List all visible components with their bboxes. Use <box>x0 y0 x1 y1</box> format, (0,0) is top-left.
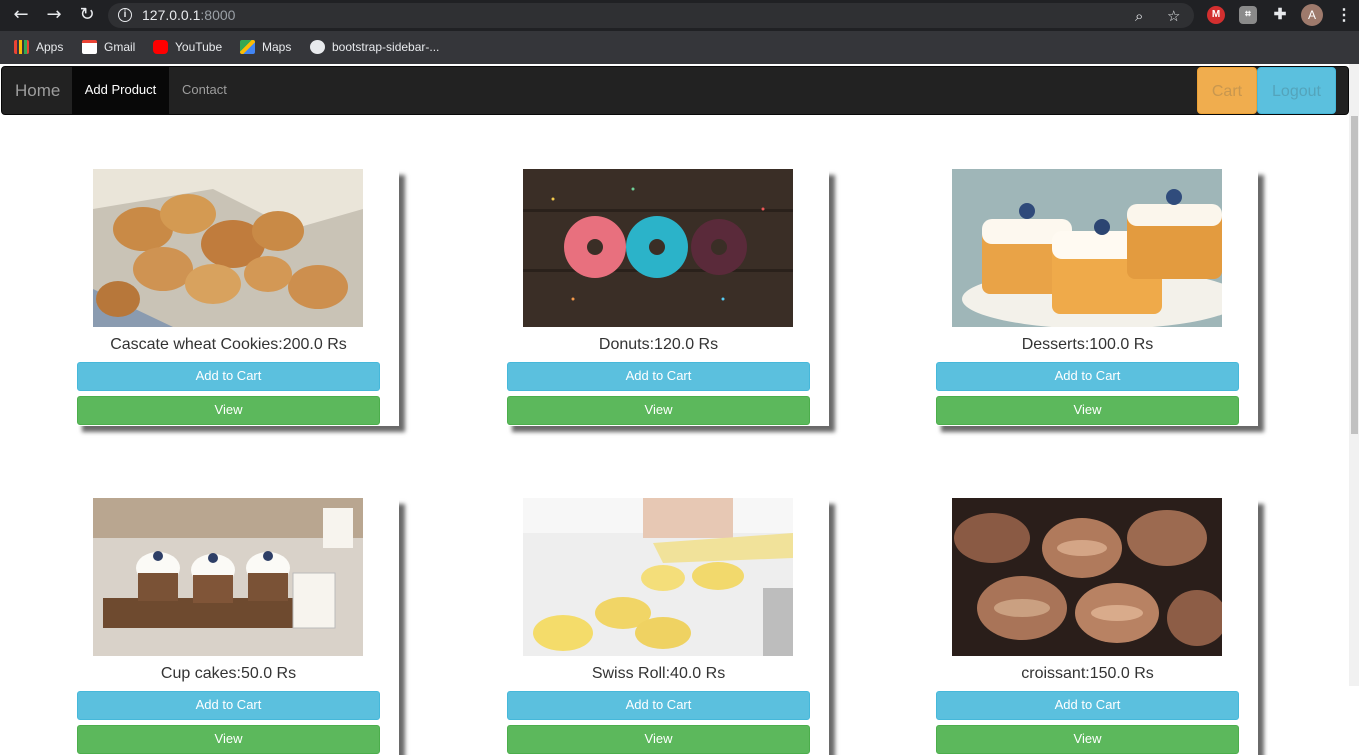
bookmark-label: Maps <box>262 40 292 54</box>
nav-contact[interactable]: Contact <box>182 82 227 97</box>
donuts-photo <box>523 169 793 327</box>
croissant-photo <box>952 498 1222 656</box>
product-title: Cup cakes:50.0 Rs <box>160 665 297 682</box>
add-to-cart-button[interactable]: Add to Cart <box>77 362 380 391</box>
nav-add-product[interactable]: Add Product <box>72 67 169 114</box>
add-to-cart-button[interactable]: Add to Cart <box>936 691 1239 720</box>
bookmark-label: Apps <box>36 40 64 54</box>
apps-grid-icon <box>14 40 29 54</box>
profile-avatar[interactable]: A <box>1301 4 1323 26</box>
product-title: Swiss Roll:40.0 Rs <box>591 665 726 682</box>
bookmark-bootstrap-sidebar[interactable]: bootstrap-sidebar-... <box>310 39 439 55</box>
desserts-photo <box>952 169 1222 327</box>
bookmark-label: YouTube <box>175 40 223 54</box>
bookmark-label: Gmail <box>104 40 136 54</box>
bookmark-youtube[interactable]: YouTube <box>153 39 222 55</box>
zoom-icon[interactable]: ⌕ <box>1135 7 1143 25</box>
browser-toolbar: ← → ↻ i 127.0.0.1:8000 ⌕ ☆ M ⌗ ✚ A ⋮ <box>0 0 1359 31</box>
url-host: 127.0.0.1 <box>142 7 201 23</box>
url-port: :8000 <box>200 7 236 23</box>
wordpress-icon <box>310 40 325 54</box>
reload-icon[interactable]: ↻ <box>75 4 99 26</box>
add-to-cart-button[interactable]: Add to Cart <box>936 362 1239 391</box>
product-image-donuts <box>523 169 793 327</box>
back-arrow-icon[interactable]: ← <box>9 4 33 26</box>
nav-home-brand[interactable]: Home <box>15 81 60 101</box>
bookmark-maps[interactable]: Maps <box>240 39 291 55</box>
add-to-cart-button[interactable]: Add to Cart <box>77 691 380 720</box>
address-bar[interactable]: i 127.0.0.1:8000 ⌕ ☆ <box>108 3 1194 28</box>
bookmarks-bar: Apps Gmail YouTube Maps bootstrap-sideba… <box>0 31 1359 64</box>
extensions-puzzle-icon[interactable]: ✚ <box>1271 6 1289 24</box>
view-button[interactable]: View <box>936 725 1239 754</box>
mega-extension-icon[interactable]: M <box>1207 6 1225 24</box>
add-to-cart-button[interactable]: Add to Cart <box>507 362 810 391</box>
translate-extension-icon[interactable]: ⌗ <box>1239 6 1257 24</box>
product-image-cupcakes <box>93 498 363 656</box>
view-button[interactable]: View <box>77 396 380 425</box>
address-url[interactable]: 127.0.0.1:8000 <box>142 7 235 23</box>
bookmark-gmail[interactable]: Gmail <box>82 39 135 55</box>
view-button[interactable]: View <box>936 396 1239 425</box>
site-info-icon[interactable]: i <box>118 8 132 22</box>
maps-icon <box>240 40 255 54</box>
logout-button[interactable]: Logout <box>1257 67 1336 114</box>
gmail-icon <box>82 40 97 54</box>
product-title: Desserts:100.0 Rs <box>1021 336 1154 353</box>
cupcakes-photo <box>93 498 363 656</box>
scrollbar-thumb[interactable] <box>1351 116 1358 434</box>
menu-kebab-icon[interactable]: ⋮ <box>1336 5 1352 25</box>
product-image-swiss-roll <box>523 498 793 656</box>
cart-button[interactable]: Cart <box>1197 67 1257 114</box>
product-title: Donuts:120.0 Rs <box>598 336 719 353</box>
product-image-cookies <box>93 169 363 327</box>
product-title: croissant:150.0 Rs <box>1021 665 1154 682</box>
view-button[interactable]: View <box>507 396 810 425</box>
cookies-photo <box>93 169 363 327</box>
bookmark-label: bootstrap-sidebar-... <box>332 40 440 54</box>
forward-arrow-icon[interactable]: → <box>42 4 66 26</box>
site-navbar: Home Add Product Contact Cart Logout <box>1 66 1349 115</box>
bookmark-apps[interactable]: Apps <box>14 39 63 55</box>
product-image-croissant <box>952 498 1222 656</box>
bookmark-star-icon[interactable]: ☆ <box>1167 7 1180 25</box>
product-title: Cascate wheat Cookies:200.0 Rs <box>110 336 347 353</box>
youtube-icon <box>153 40 168 54</box>
view-button[interactable]: View <box>77 725 380 754</box>
swiss-roll-photo <box>523 498 793 656</box>
add-to-cart-button[interactable]: Add to Cart <box>507 691 810 720</box>
product-image-desserts <box>952 169 1222 327</box>
view-button[interactable]: View <box>507 725 810 754</box>
